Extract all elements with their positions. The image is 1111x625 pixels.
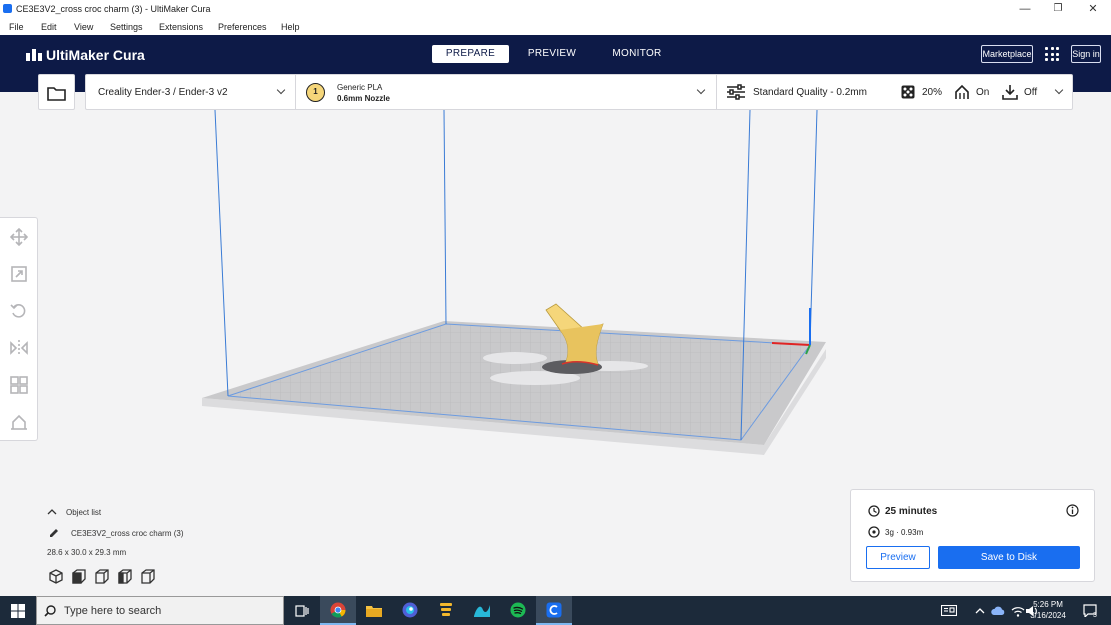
wave-app-icon <box>474 605 490 617</box>
minimize-button[interactable]: — <box>1010 2 1040 16</box>
print-time: 25 minutes <box>885 506 938 517</box>
menu-help[interactable]: Help <box>281 22 300 32</box>
save-to-disk-button[interactable]: Save to Disk <box>938 546 1080 569</box>
print-settings-selector[interactable]: Standard Quality - 0.2mm 20% On Off <box>716 74 1073 110</box>
task-view-button[interactable] <box>284 596 320 625</box>
chevron-down-icon <box>696 85 706 95</box>
front-view-icon[interactable] <box>72 569 86 584</box>
taskbar-cura[interactable] <box>536 596 572 625</box>
taskbar-app-4[interactable] <box>428 596 464 625</box>
top-view-icon[interactable] <box>95 569 109 584</box>
mirror-tool-icon[interactable] <box>10 339 28 357</box>
ultimaker-logo-icon <box>26 49 42 61</box>
ultimaker-logo: UltiMaker Cura <box>26 47 145 63</box>
material-usage: 3g · 0.93m <box>885 528 924 537</box>
taskbar-app-5[interactable] <box>464 596 500 625</box>
material-name: Generic PLA <box>337 83 383 92</box>
adhesion-icon <box>1002 85 1018 100</box>
material-selector[interactable]: 1 Generic PLA 0.6mm Nozzle <box>295 74 717 110</box>
printer-name: Creality Ender-3 / Ender-3 v2 <box>98 87 228 98</box>
news-widget-icon[interactable] <box>941 605 957 616</box>
taskbar-spotify[interactable] <box>500 596 536 625</box>
search-placeholder: Type here to search <box>64 605 162 617</box>
extruder-badge: 1 <box>306 83 325 102</box>
nozzle-size: 0.6mm Nozzle <box>337 94 390 103</box>
chevron-down-icon <box>276 85 286 95</box>
spotify-icon <box>510 602 526 618</box>
search-icon <box>44 605 56 617</box>
menu-file[interactable]: File <box>9 22 24 32</box>
per-model-settings-icon[interactable] <box>10 376 28 394</box>
logo-text: UltiMaker Cura <box>46 47 145 63</box>
notification-count: 3 <box>1093 612 1097 619</box>
window-title-bar: CE3E3V2_cross croc charm (3) - UltiMaker… <box>0 0 1111 18</box>
infill-icon <box>901 85 915 99</box>
close-button[interactable]: ✕ <box>1078 2 1108 16</box>
printer-selector[interactable]: Creality Ender-3 / Ender-3 v2 <box>85 74 296 110</box>
scale-tool-icon[interactable] <box>10 265 28 283</box>
menu-edit[interactable]: Edit <box>41 22 57 32</box>
rotate-tool-icon[interactable] <box>10 302 28 320</box>
tool-rail <box>0 217 38 441</box>
3d-view-icon[interactable] <box>49 569 63 584</box>
windows-start-icon[interactable] <box>11 604 25 618</box>
print-summary-panel: 25 minutes 3g · 0.93m Preview Save to Di… <box>850 489 1095 582</box>
preview-button[interactable]: Preview <box>866 546 930 569</box>
tab-preview[interactable]: PREVIEW <box>522 45 582 63</box>
object-name[interactable]: CE3E3V2_cross croc charm (3) <box>71 529 183 538</box>
folder-icon <box>47 87 66 101</box>
move-tool-icon[interactable] <box>10 228 28 246</box>
windows-taskbar: Type here to search 5:26 PM 3/16/2024 3 <box>0 596 1111 625</box>
left-view-icon[interactable] <box>118 569 132 584</box>
wifi-icon[interactable] <box>1011 605 1025 617</box>
support-blocker-icon[interactable] <box>10 413 28 431</box>
chevron-up-icon[interactable] <box>47 508 57 516</box>
marketplace-button[interactable]: Marketplace <box>981 45 1033 63</box>
cura-icon <box>546 602 562 618</box>
task-view-icon <box>295 605 309 617</box>
chevron-up-icon[interactable] <box>975 607 985 615</box>
infill-value: 20% <box>922 87 943 98</box>
browser-app-icon <box>402 602 418 618</box>
taskbar-app-3[interactable] <box>392 596 428 625</box>
support-icon <box>955 84 969 99</box>
maximize-button[interactable]: ❐ <box>1043 2 1073 16</box>
adhesion-value: Off <box>1024 87 1038 98</box>
sign-in-button[interactable]: Sign in <box>1071 45 1101 63</box>
tab-prepare[interactable]: PREPARE <box>432 45 509 63</box>
chrome-icon <box>330 602 346 618</box>
menu-extensions[interactable]: Extensions <box>159 22 203 32</box>
pencil-icon[interactable] <box>49 528 59 538</box>
honeycomb-app-icon <box>440 603 452 616</box>
window-title: CE3E3V2_cross croc charm (3) - UltiMaker… <box>16 4 211 14</box>
clock-date[interactable]: 3/16/2024 <box>1026 611 1070 620</box>
open-file-button[interactable] <box>38 74 75 110</box>
quality-profile: Standard Quality - 0.2mm <box>753 87 867 98</box>
clock-time[interactable]: 5:26 PM <box>1030 600 1066 609</box>
menu-view[interactable]: View <box>74 22 93 32</box>
clock-icon <box>868 505 880 517</box>
right-view-icon[interactable] <box>141 569 155 584</box>
apps-grid-icon[interactable] <box>1045 47 1059 61</box>
menu-preferences[interactable]: Preferences <box>218 22 267 32</box>
view-orientation-buttons <box>49 569 155 584</box>
cloud-icon[interactable] <box>991 605 1005 617</box>
support-value: On <box>976 87 990 98</box>
tab-monitor[interactable]: MONITOR <box>605 45 669 63</box>
sliders-icon <box>727 84 745 100</box>
object-dimensions: 28.6 x 30.0 x 29.3 mm <box>47 548 127 557</box>
file-explorer-icon <box>366 606 382 617</box>
taskbar-search-box[interactable]: Type here to search <box>36 596 284 625</box>
info-icon[interactable] <box>1066 504 1079 517</box>
taskbar-chrome[interactable] <box>320 596 356 625</box>
object-list-header[interactable]: Object list <box>66 508 101 517</box>
cura-app-icon <box>3 4 12 13</box>
taskbar-file-explorer[interactable] <box>356 596 392 625</box>
menu-bar: File Edit View Settings Extensions Prefe… <box>0 18 1111 35</box>
spool-icon <box>868 526 880 538</box>
chevron-down-icon <box>1054 85 1064 95</box>
menu-settings[interactable]: Settings <box>110 22 143 32</box>
